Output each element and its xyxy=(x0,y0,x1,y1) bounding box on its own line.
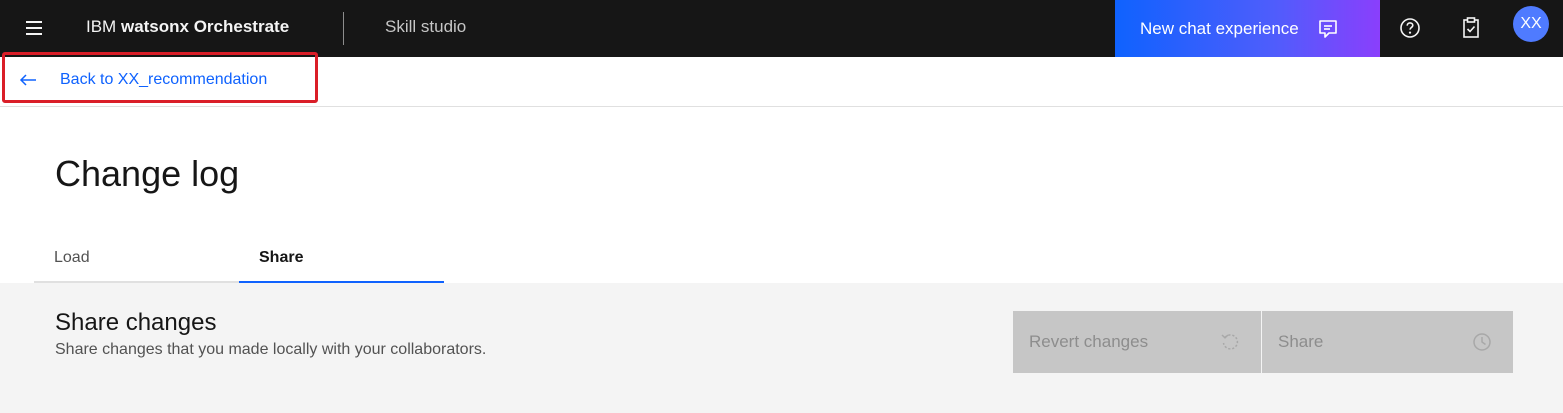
page-title: Change log xyxy=(55,153,240,194)
share-button[interactable]: Share xyxy=(1262,311,1513,373)
clipboard-check-icon[interactable] xyxy=(1458,15,1484,41)
share-label: Share xyxy=(1278,332,1324,351)
revert-changes-label: Revert changes xyxy=(1029,332,1149,351)
clock-icon xyxy=(1473,333,1491,351)
tab-load[interactable]: Load xyxy=(34,239,239,283)
brand-name: watsonx Orchestrate xyxy=(120,17,290,36)
share-panel: Share changes Share changes that you mad… xyxy=(0,283,1563,413)
arrow-left-icon xyxy=(19,74,36,86)
tab-share[interactable]: Share xyxy=(239,239,444,283)
top-bar: IBM watsonx Orchestrate Skill studio New… xyxy=(0,0,1563,57)
tab-list: Load Share xyxy=(34,239,444,283)
revert-changes-button[interactable]: Revert changes xyxy=(1013,311,1261,373)
section-name: Skill studio xyxy=(385,17,467,36)
help-icon[interactable] xyxy=(1397,15,1423,41)
new-chat-experience-button[interactable]: New chat experience xyxy=(1115,0,1380,57)
share-panel-description: Share changes that you made locally with… xyxy=(55,341,487,358)
product-name[interactable]: IBM watsonx Orchestrate xyxy=(86,17,289,37)
brand-prefix: IBM xyxy=(86,17,117,36)
back-link[interactable]: Back to XX_recommendation xyxy=(18,70,267,90)
avatar[interactable]: XX xyxy=(1513,6,1549,42)
header-divider xyxy=(343,12,344,45)
share-panel-title: Share changes xyxy=(55,309,217,336)
menu-icon[interactable] xyxy=(20,14,48,42)
reset-icon xyxy=(1221,334,1239,350)
back-link-label: Back to XX_recommendation xyxy=(60,71,268,88)
breadcrumb: Back to XX_recommendation xyxy=(0,57,1563,107)
chat-icon xyxy=(1318,19,1337,38)
new-chat-label: New chat experience xyxy=(1140,18,1299,38)
